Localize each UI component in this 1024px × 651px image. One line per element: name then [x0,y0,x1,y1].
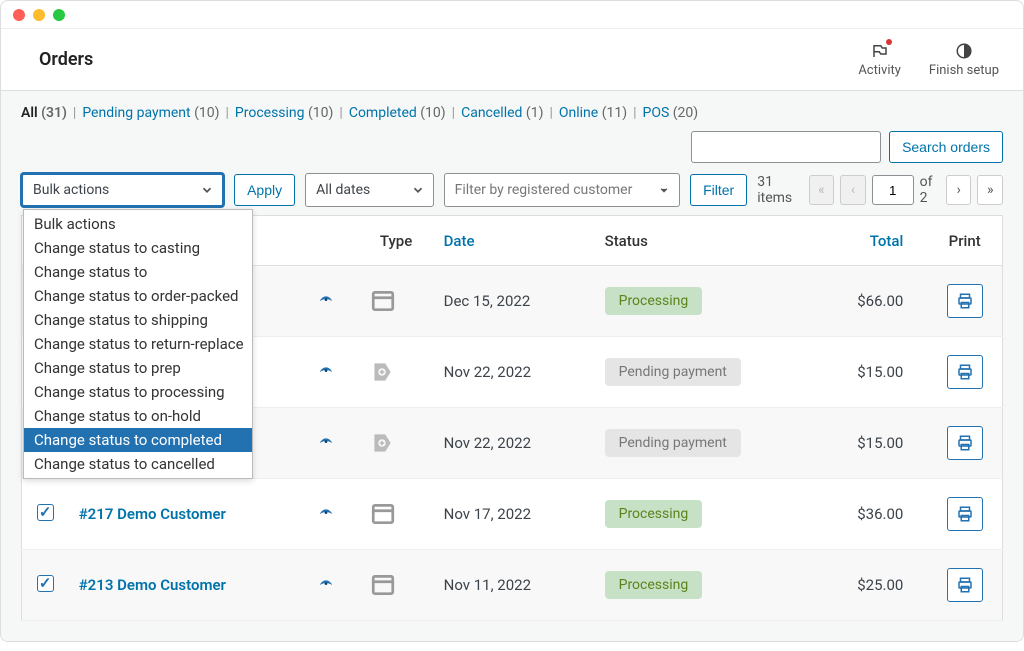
chevron-down-icon [200,183,214,197]
filter-tab[interactable]: All (31) [21,105,67,121]
bulk-option[interactable]: Bulk actions [24,212,252,236]
prev-page-button: ‹ [840,175,866,205]
order-total: $15.00 [809,337,927,408]
finish-setup-icon [954,41,974,61]
page-total: of 2 [920,174,940,206]
order-date: Nov 22, 2022 [434,408,595,479]
preview-icon[interactable] [315,435,349,451]
bulk-option[interactable]: Change status to shipping [24,308,252,332]
order-link[interactable]: #217 Demo Customer [79,505,226,523]
last-page-button[interactable]: » [977,175,1003,205]
preview-icon[interactable] [315,364,349,380]
page-title: Orders [39,49,93,70]
pos-tag-icon [369,358,424,386]
activity-button[interactable]: Activity [858,41,901,78]
print-button[interactable] [947,355,983,389]
table-row: #213 Demo Customer Nov 11, 2022 Processing… [22,550,1003,621]
window-min-dot[interactable] [33,9,45,21]
order-total: $36.00 [809,479,927,550]
bulk-actions-dropdown: Bulk actionsChange status to castingChan… [23,209,253,479]
items-count: 31 items [757,174,802,206]
order-link[interactable]: #213 Demo Customer [79,576,226,594]
col-print: Print [927,216,1002,266]
bulk-option[interactable]: Change status to prep [24,356,252,380]
search-orders-button[interactable]: Search orders [889,131,1003,163]
activity-icon [870,41,890,61]
bulk-actions-select[interactable]: Bulk actions Bulk actionsChange status t… [21,173,224,207]
date-filter-select[interactable]: All dates [305,173,434,207]
window-titlebar [1,1,1023,29]
order-date: Dec 15, 2022 [434,266,595,337]
status-badge: Pending payment [605,429,741,457]
status-badge: Processing [605,500,703,528]
status-badge: Pending payment [605,358,741,386]
bulk-option[interactable]: Change status to processing [24,380,252,404]
bulk-option[interactable]: Change status to [24,260,252,284]
filter-tab[interactable]: Online (11) [559,105,627,121]
order-date: Nov 17, 2022 [434,479,595,550]
status-badge: Processing [605,287,703,315]
page-input[interactable] [872,175,914,205]
bulk-option[interactable]: Change status to casting [24,236,252,260]
order-total: $66.00 [809,266,927,337]
order-total: $25.00 [809,550,927,621]
first-page-button: « [809,175,835,205]
filter-tab[interactable]: Pending payment (10) [82,105,219,121]
apply-button[interactable]: Apply [234,174,295,206]
chevron-down-icon [411,183,425,197]
status-badge: Processing [605,571,703,599]
browser-icon [369,572,424,598]
col-status: Status [595,216,810,266]
finish-setup-button[interactable]: Finish setup [929,41,999,78]
customer-filter-select[interactable]: Filter by registered customer [444,173,680,207]
order-date: Nov 22, 2022 [434,337,595,408]
preview-icon[interactable] [315,506,349,522]
row-checkbox[interactable] [37,575,54,592]
status-filter-tabs: All (31)|Pending payment (10)|Processing… [21,99,1003,131]
filter-tab[interactable]: POS (20) [643,105,699,121]
filter-tab[interactable]: Processing (10) [235,105,334,121]
bulk-option[interactable]: Change status to order-packed [24,284,252,308]
preview-icon[interactable] [315,293,349,309]
table-row: #217 Demo Customer Nov 17, 2022 Processing… [22,479,1003,550]
col-type: Type [359,216,434,266]
print-button[interactable] [947,426,983,460]
row-checkbox[interactable] [37,504,54,521]
filter-button[interactable]: Filter [690,174,747,206]
browser-icon [369,501,424,527]
col-date[interactable]: Date [434,216,595,266]
bulk-option[interactable]: Change status to completed [24,428,252,452]
next-page-button[interactable]: › [946,175,972,205]
bulk-option[interactable]: Change status to cancelled [24,452,252,476]
search-input[interactable] [691,131,881,163]
pos-tag-icon [369,429,424,457]
bulk-option[interactable]: Change status to on-hold [24,404,252,428]
col-total[interactable]: Total [809,216,927,266]
window-max-dot[interactable] [53,9,65,21]
chevron-down-icon [657,183,671,197]
order-date: Nov 11, 2022 [434,550,595,621]
order-total: $15.00 [809,408,927,479]
window-close-dot[interactable] [13,9,25,21]
print-button[interactable] [947,284,983,318]
print-button[interactable] [947,497,983,531]
filter-tab[interactable]: Completed (10) [349,105,446,121]
preview-icon[interactable] [315,577,349,593]
browser-icon [369,288,424,314]
print-button[interactable] [947,568,983,602]
filter-tab[interactable]: Cancelled (1) [461,105,543,121]
bulk-option[interactable]: Change status to return-replace [24,332,252,356]
